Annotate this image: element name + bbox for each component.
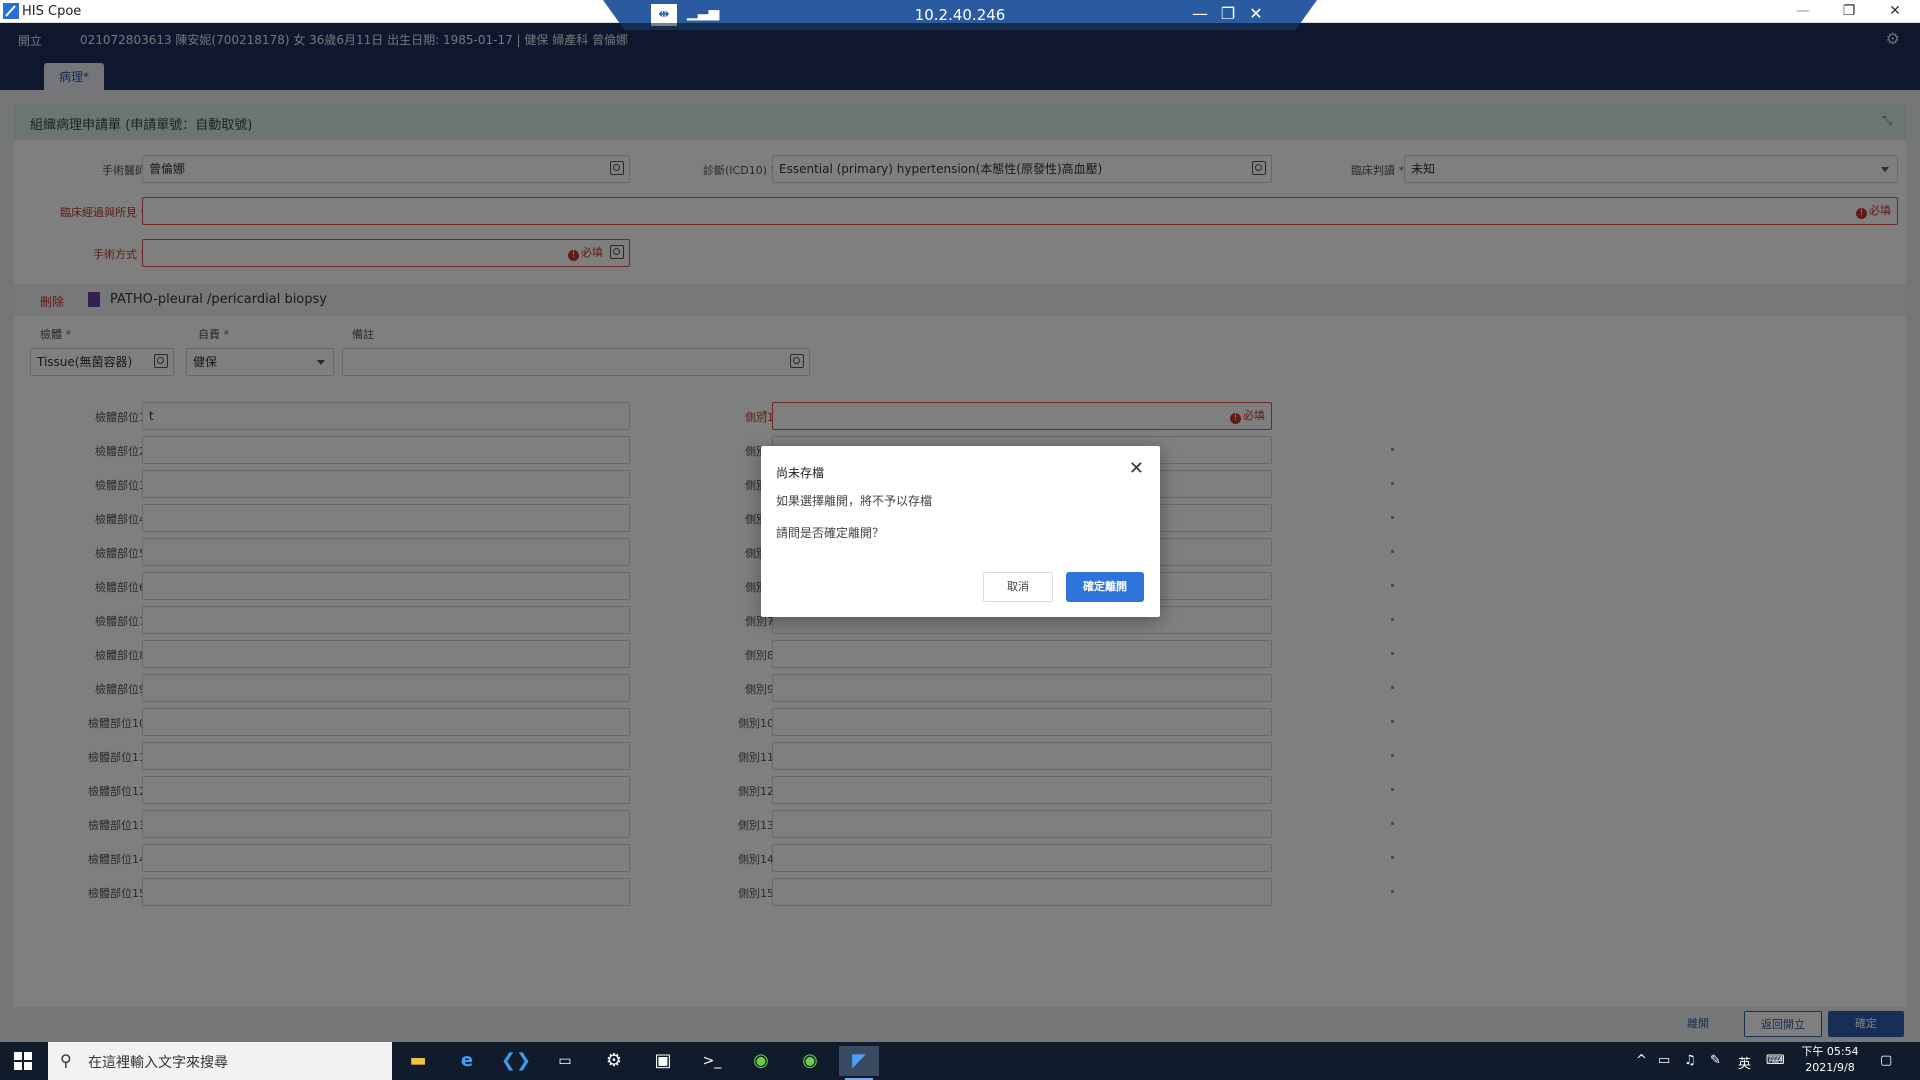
clock-date: 2021/9/8 xyxy=(1805,1061,1855,1074)
console-icon[interactable]: ▭ xyxy=(545,1046,585,1076)
terminal-icon[interactable]: >_ xyxy=(692,1046,732,1076)
keyboard-icon[interactable]: ⌨ xyxy=(1766,1053,1785,1068)
windows-start-icon[interactable] xyxy=(14,1052,32,1070)
volume-icon[interactable]: ♫ xyxy=(1684,1053,1696,1068)
rdp-minimize-icon[interactable]: — xyxy=(1189,4,1211,23)
dialog-question: 請問是否確定離開？ xyxy=(776,526,885,540)
cancel-button[interactable]: 取消 xyxy=(983,572,1053,602)
taskbar-search[interactable]: ⚲ 在這裡輸入文字來搜尋 xyxy=(48,1042,392,1080)
unsaved-dialog: 尚未存檔 ✕ 如果選擇離開，將不予以存檔 請問是否確定離開？ 取消 確定離開 xyxy=(761,446,1160,617)
settings-icon[interactable]: ⚙ xyxy=(594,1046,634,1076)
network-icon[interactable]: ▭ xyxy=(1658,1053,1670,1068)
clock-time: 下午 05:54 xyxy=(1801,1045,1859,1058)
pen-icon[interactable]: ✎ xyxy=(1710,1053,1721,1068)
vscode-icon[interactable]: ❮❯ xyxy=(496,1046,536,1076)
ime-indicator[interactable]: 英 xyxy=(1738,1053,1751,1072)
minimize-icon[interactable]: — xyxy=(1780,0,1826,22)
app-login2-icon[interactable]: ◉ xyxy=(790,1046,830,1076)
rdp-close-icon[interactable]: ✕ xyxy=(1245,4,1267,23)
search-icon: ⚲ xyxy=(60,1051,72,1070)
search-placeholder: 在這裡輸入文字來搜尋 xyxy=(88,1055,228,1071)
his-cpoe-taskbar-icon[interactable]: ◤ xyxy=(839,1046,879,1080)
taskbar: ⚲ 在這裡輸入文字來搜尋 ▬ e ❮❯ ▭ ⚙ ▣ >_ ◉ ◉ ◤ ^ ▭ ♫… xyxy=(0,1042,1920,1080)
tray-up-icon[interactable]: ^ xyxy=(1636,1053,1647,1068)
clock[interactable]: 下午 05:54 2021/9/8 xyxy=(1800,1044,1860,1076)
dialog-title: 尚未存檔 xyxy=(776,466,825,480)
remote-icon[interactable]: ▣ xyxy=(643,1046,683,1076)
dialog-message: 如果選擇離開，將不予以存檔 xyxy=(776,494,933,508)
notification-icon[interactable]: ▢ xyxy=(1880,1053,1892,1068)
app-login-icon[interactable]: ◉ xyxy=(741,1046,781,1076)
restore-icon[interactable]: ❐ xyxy=(1826,0,1872,22)
rdp-restore-icon[interactable]: ❐ xyxy=(1217,4,1239,23)
close-icon[interactable]: ✕ xyxy=(1129,458,1144,479)
file-explorer-icon[interactable]: ▬ xyxy=(398,1046,438,1076)
app-icon xyxy=(3,3,19,19)
confirm-leave-button[interactable]: 確定離開 xyxy=(1066,572,1144,602)
close-icon[interactable]: ✕ xyxy=(1872,0,1918,22)
window-title: HIS Cpoe xyxy=(22,4,82,19)
ie-icon[interactable]: e xyxy=(447,1046,487,1076)
